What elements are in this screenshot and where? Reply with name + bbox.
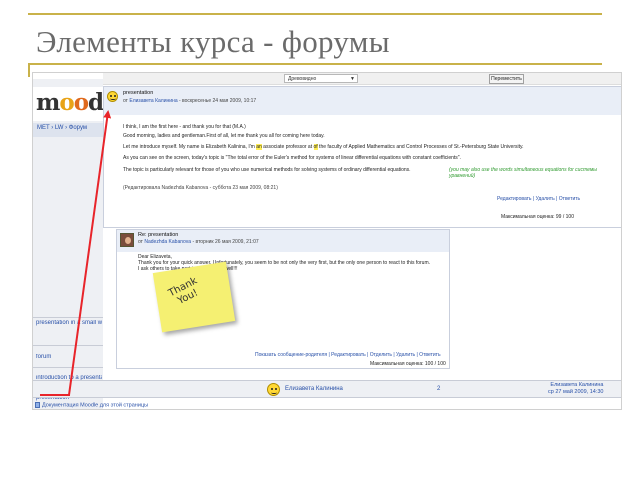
thank-you-sticky-note: Thank You!	[152, 261, 236, 333]
side-link-presentation-small[interactable]: presentation in a small wo	[36, 320, 102, 326]
moodle-screenshot: mood MET › LW › Форум presentation in a …	[32, 72, 622, 410]
reply-meta: от Nadezhda Kabanova - вторник 26 мая 20…	[138, 239, 259, 245]
user-avatar[interactable]	[120, 233, 134, 247]
display-mode-select[interactable]: Древовидно ▼	[284, 74, 358, 83]
breadcrumb-bar: MET › LW › Форум	[33, 123, 103, 137]
reply-action-links[interactable]: Показать сообщение-родителя | Редактиров…	[255, 352, 441, 358]
slide-title: Элементы курса - форумы	[36, 24, 390, 59]
reply-subject: Re: presentation	[138, 232, 179, 238]
post-action-links[interactable]: Редактировать | Удалить | Ответить	[497, 196, 580, 202]
post-line: I think, I am the first here - and thank…	[123, 124, 246, 130]
post-subject: presentation	[123, 90, 154, 96]
side-divider	[33, 317, 103, 318]
reply-grade: Максимальная оценка: 100 / 100	[370, 361, 446, 367]
reply-count[interactable]: 2	[437, 386, 440, 392]
smiley-avatar-icon	[107, 91, 118, 102]
side-divider	[33, 367, 103, 368]
post-edited-note: (Редактировала Nadezhda Kabanova - суббо…	[123, 185, 278, 191]
side-link-forum[interactable]: forum	[36, 354, 102, 360]
post-meta: от Елизавета Калинина - воскресенье 24 м…	[123, 98, 257, 104]
post-line: The topic is particularly relevant for t…	[123, 167, 411, 173]
chevron-down-icon: ▼	[350, 76, 355, 82]
post-teacher-note: (you may also use the words simultaneous…	[449, 167, 597, 179]
left-column: mood MET › LW › Форум presentation in a …	[33, 79, 103, 409]
breadcrumb[interactable]: MET › LW › Форум	[37, 125, 87, 131]
side-divider	[33, 345, 103, 346]
slide-left-rule	[28, 63, 30, 77]
moodle-logo[interactable]: mood	[33, 87, 103, 121]
forum-post: presentation от Елизавета Калинина - вос…	[103, 86, 621, 228]
discussion-author[interactable]: Елизавета Калинина	[285, 386, 343, 392]
post-grade: Максимальная оценка: 99 / 100	[501, 214, 574, 220]
post-line: As you can see on the screen, today's to…	[123, 155, 461, 161]
post-author-link[interactable]: Елизавета Калинина	[129, 98, 177, 104]
slide-bottom-rule	[28, 63, 602, 65]
forum-reply-post: Re: presentation от Nadezhda Kabanova - …	[116, 229, 450, 369]
slide-top-rule	[28, 13, 602, 15]
smiley-avatar-icon	[267, 383, 280, 396]
last-post-date: ср 27 май 2009, 14:30	[548, 389, 604, 395]
moodle-logo-text: mood	[36, 89, 103, 116]
moodle-docs-link[interactable]: Документация Moodle для этой страницы	[35, 402, 148, 408]
discussion-row[interactable]: Елизавета Калинина 2 Елизавета Калинина …	[33, 380, 621, 398]
last-post-author: Елизавета Калинина	[550, 382, 604, 388]
last-post-info[interactable]: Елизавета Калинина ср 27 май 2009, 14:30	[548, 382, 603, 396]
document-icon	[35, 402, 40, 408]
move-button[interactable]: Переместить	[489, 74, 524, 84]
display-mode-value: Древовидно	[288, 76, 317, 82]
sticky-note-text: Thank You!	[166, 275, 200, 307]
post-line: Let me introduce myself. My name is Eliz…	[123, 144, 524, 150]
forum-toolbar: Древовидно ▼ Переместить	[103, 73, 621, 85]
post-line: Good morning, ladies and gentleman.First…	[123, 133, 325, 139]
reply-author-link[interactable]: Nadezhda Kabanova	[144, 239, 191, 245]
